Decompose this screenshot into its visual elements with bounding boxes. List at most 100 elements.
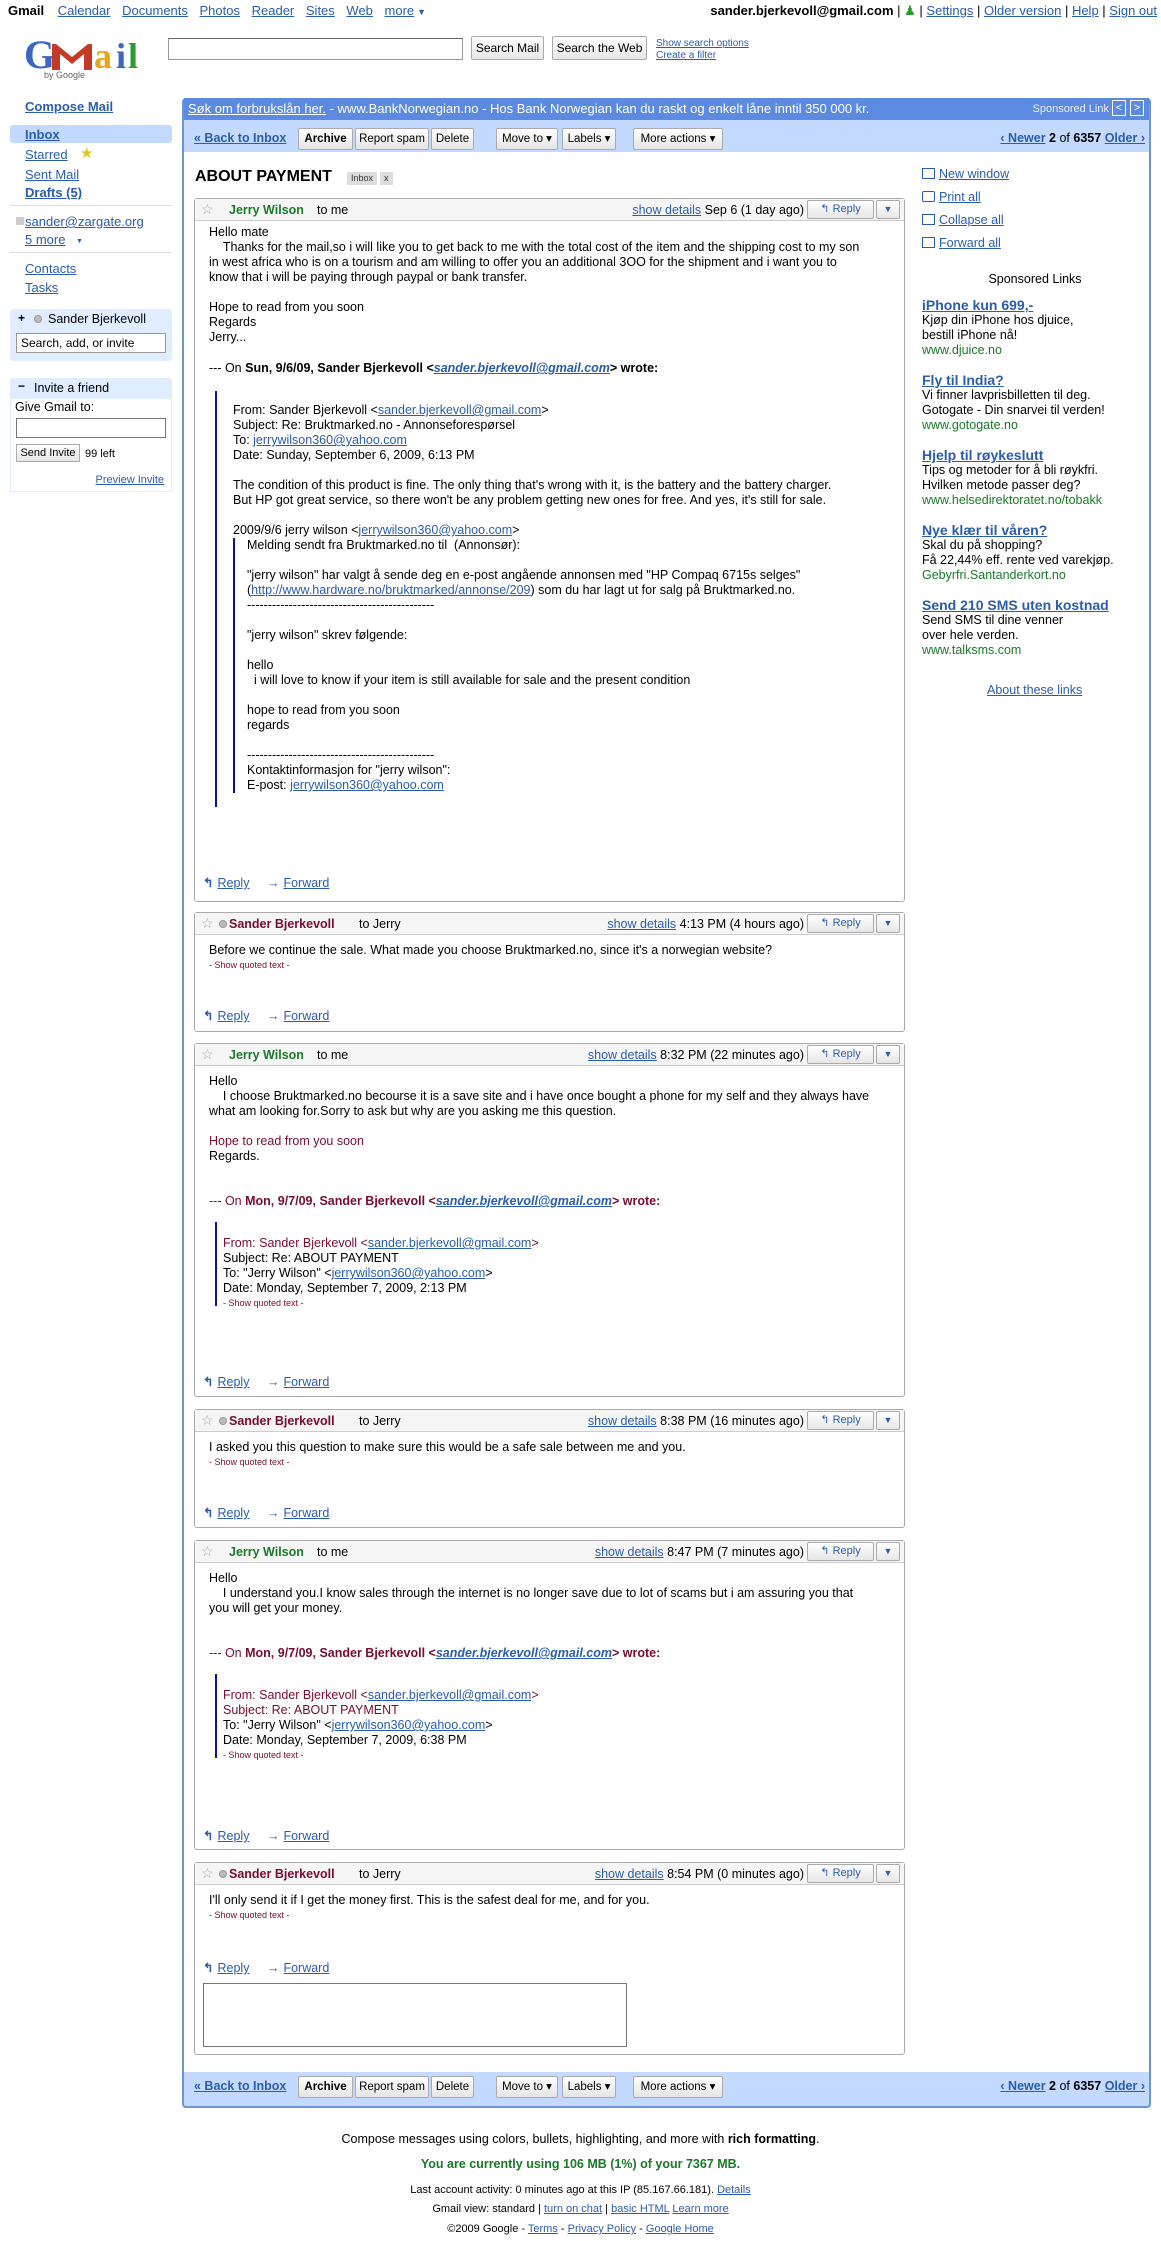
show-details-link[interactable]: show details xyxy=(632,203,701,217)
reply-icon[interactable]: ↰ xyxy=(203,1009,213,1023)
message-menu-button[interactable]: ▼ xyxy=(876,1045,900,1064)
nav-calendar[interactable]: Calendar xyxy=(58,3,111,18)
nav-reader[interactable]: Reader xyxy=(252,3,295,18)
quote2-link[interactable]: http://www.hardware.no/bruktmarked/annon… xyxy=(251,583,530,597)
details-link[interactable]: Details xyxy=(717,2184,751,2196)
archive-button[interactable]: Archive xyxy=(298,2076,353,2098)
reply-textarea[interactable] xyxy=(203,1983,627,2047)
forward-icon[interactable]: → xyxy=(267,1961,280,1975)
privacy-link[interactable]: Privacy Policy xyxy=(568,2223,636,2235)
message-menu-button[interactable]: ▼ xyxy=(876,914,900,933)
reply-link[interactable]: Reply xyxy=(217,876,249,890)
message-header[interactable]: ☆ Jerry Wilson to me show details Sep 6 … xyxy=(195,199,904,221)
star-icon[interactable]: ☆ xyxy=(201,915,214,932)
move-to-button[interactable]: Move to ▾ xyxy=(496,2076,558,2098)
message-menu-button[interactable]: ▼ xyxy=(876,1411,900,1430)
create-filter-link[interactable]: Create a filter xyxy=(656,50,716,61)
status-icon[interactable] xyxy=(34,315,42,323)
older-version-link[interactable]: Older version xyxy=(984,3,1061,18)
quote-to-email[interactable]: jerrywilson360@yahoo.com xyxy=(332,1718,486,1732)
quote-from-email[interactable]: sander.bjerkevoll@gmail.com xyxy=(368,1236,531,1250)
show-quoted-text[interactable]: - Show quoted text - xyxy=(209,1455,894,1470)
labels-button[interactable]: Labels ▾ xyxy=(562,128,616,150)
reply-button[interactable]: ↰ Reply xyxy=(807,1411,874,1430)
message-header[interactable]: ☆ Sander Bjerkevoll to Jerry show detail… xyxy=(195,1410,904,1432)
forward-icon[interactable]: → xyxy=(267,1375,280,1389)
show-details-link[interactable]: show details xyxy=(595,1867,664,1881)
quote-email-link[interactable]: sander.bjerkevoll@gmail.com xyxy=(436,1194,612,1208)
message-menu-button[interactable]: ▼ xyxy=(876,200,900,219)
reply-link[interactable]: Reply xyxy=(217,1506,249,1520)
reply-button[interactable]: ↰ Reply xyxy=(807,914,874,933)
sidebar-item-starred[interactable]: Starred xyxy=(25,147,68,162)
forward-icon[interactable]: → xyxy=(267,876,280,890)
quote-from-email[interactable]: sander.bjerkevoll@gmail.com xyxy=(378,403,541,417)
back-to-inbox-link[interactable]: « Back to Inbox xyxy=(194,131,286,145)
ad-title[interactable]: Nye klær til våren? xyxy=(922,523,1114,538)
star-icon[interactable]: ☆ xyxy=(201,1046,214,1063)
search-input[interactable] xyxy=(168,38,463,60)
collapse-icon[interactable]: − xyxy=(18,379,25,393)
message-header[interactable]: ☆ Sander Bjerkevoll to Jerry show detail… xyxy=(195,1863,904,1885)
quote-email-link[interactable]: sander.bjerkevoll@gmail.com xyxy=(434,361,610,375)
new-window-link[interactable]: New window xyxy=(939,167,1009,181)
ad-title[interactable]: Hjelp til røykeslutt xyxy=(922,448,1102,463)
chevron-right-icon[interactable]: > xyxy=(1130,100,1144,116)
reply-link[interactable]: Reply xyxy=(217,1961,249,1975)
nav-documents[interactable]: Documents xyxy=(122,3,188,18)
ad-title[interactable]: Fly til India? xyxy=(922,373,1105,388)
show-details-link[interactable]: show details xyxy=(588,1048,657,1062)
ad-link[interactable]: Søk om forbrukslån her. xyxy=(188,101,326,116)
forward-all-icon[interactable] xyxy=(922,237,935,248)
nav-more[interactable]: more xyxy=(385,3,415,18)
show-details-link[interactable]: show details xyxy=(595,1545,664,1559)
expand-icon[interactable]: + xyxy=(18,311,25,325)
forward-all-link[interactable]: Forward all xyxy=(939,236,1001,250)
forward-link[interactable]: Forward xyxy=(283,1009,329,1023)
chevron-down-icon[interactable]: ▼ xyxy=(76,238,83,245)
invite-email-input[interactable] xyxy=(16,418,166,438)
settings-link[interactable]: Settings xyxy=(926,3,973,18)
reply-link[interactable]: Reply xyxy=(217,1009,249,1023)
sidebar-item-zargate[interactable]: sander@zargate.org xyxy=(25,214,144,229)
search-mail-button[interactable]: Search Mail xyxy=(471,36,544,60)
print-all-link[interactable]: Print all xyxy=(939,190,981,204)
back-to-inbox-link[interactable]: « Back to Inbox xyxy=(194,2079,286,2093)
message-header[interactable]: ☆ Jerry Wilson to me show details 8:32 P… xyxy=(195,1044,904,1066)
search-web-button[interactable]: Search the Web xyxy=(552,36,647,60)
report-spam-button[interactable]: Report spam xyxy=(355,128,429,150)
show-search-options-link[interactable]: Show search options xyxy=(656,38,749,49)
help-link[interactable]: Help xyxy=(1072,3,1099,18)
message-menu-button[interactable]: ▼ xyxy=(876,1864,900,1883)
google-home-link[interactable]: Google Home xyxy=(646,2223,714,2235)
message-menu-button[interactable]: ▼ xyxy=(876,1542,900,1561)
reply-link[interactable]: Reply xyxy=(217,1829,249,1843)
reply-icon[interactable]: ↰ xyxy=(203,1506,213,1520)
forward-link[interactable]: Forward xyxy=(283,1961,329,1975)
quote-from-email[interactable]: sander.bjerkevoll@gmail.com xyxy=(368,1688,531,1702)
ad-title[interactable]: iPhone kun 699,- xyxy=(922,298,1073,313)
reply-button[interactable]: ↰ Reply xyxy=(807,1864,874,1883)
learn-more-link[interactable]: Learn more xyxy=(672,2203,728,2215)
newer-link[interactable]: ‹ Newer xyxy=(1000,2079,1045,2093)
reply-link[interactable]: Reply xyxy=(217,1375,249,1389)
archive-button[interactable]: Archive xyxy=(298,128,353,150)
quote-to-email[interactable]: jerrywilson360@yahoo.com xyxy=(332,1266,486,1280)
star-icon[interactable]: ☆ xyxy=(201,201,214,218)
sidebar-item-more[interactable]: 5 more xyxy=(25,232,65,247)
gmail-logo[interactable]: G a i l by Google xyxy=(22,30,152,85)
sidebar-item-inbox[interactable]: Inbox xyxy=(25,127,60,142)
new-window-icon[interactable] xyxy=(922,168,935,179)
basic-html-link[interactable]: basic HTML xyxy=(611,2203,669,2215)
reply-icon[interactable]: ↰ xyxy=(203,1375,213,1389)
chevron-left-icon[interactable]: < xyxy=(1112,100,1126,116)
collapse-all-link[interactable]: Collapse all xyxy=(939,213,1004,227)
message-header[interactable]: ☆ Sander Bjerkevoll to Jerry show detail… xyxy=(195,913,904,935)
reply-button[interactable]: ↰ Reply xyxy=(807,200,874,219)
quote-to-email[interactable]: jerrywilson360@yahoo.com xyxy=(253,433,407,447)
move-to-button[interactable]: Move to ▾ xyxy=(496,128,558,150)
reply-icon[interactable]: ↰ xyxy=(203,876,213,890)
forward-link[interactable]: Forward xyxy=(283,876,329,890)
delete-button[interactable]: Delete xyxy=(431,2076,474,2098)
show-quoted-text[interactable]: - Show quoted text - xyxy=(223,1296,885,1311)
